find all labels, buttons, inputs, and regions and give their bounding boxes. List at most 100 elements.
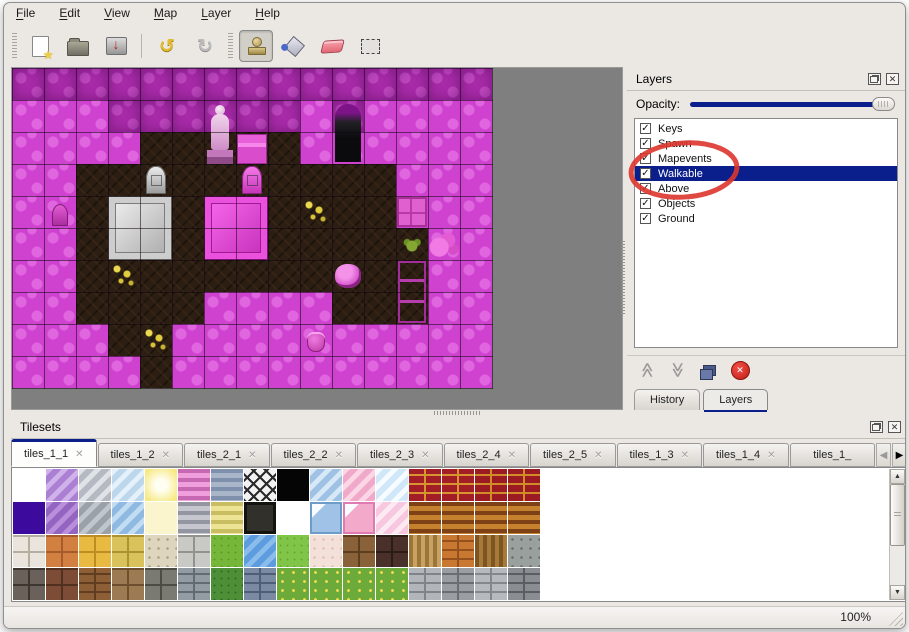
palette-tile[interactable] (178, 535, 210, 567)
tab-close-icon[interactable]: ✕ (681, 450, 689, 461)
palette-tile[interactable] (13, 469, 45, 501)
palette-tile[interactable] (277, 469, 309, 501)
palette-tile[interactable] (277, 568, 309, 600)
palette-tile[interactable] (475, 502, 507, 534)
float-tilesets-icon[interactable] (870, 420, 883, 433)
palette-tile[interactable] (343, 502, 375, 534)
delete-layer-button[interactable]: ✕ (729, 359, 751, 381)
palette-tile[interactable] (409, 469, 441, 501)
palette-tile[interactable] (244, 502, 276, 534)
palette-tile[interactable] (376, 469, 408, 501)
tab-close-icon[interactable]: ✕ (75, 449, 83, 460)
palette-tile[interactable] (145, 502, 177, 534)
palette-tile[interactable] (244, 535, 276, 567)
stamp-tool-button[interactable] (239, 30, 273, 62)
map-canvas[interactable] (11, 67, 623, 410)
layer-row-ground[interactable]: ✓ Ground (635, 211, 897, 226)
layer-visibility-checkbox[interactable]: ✓ (640, 123, 651, 134)
palette-tile[interactable] (409, 568, 441, 600)
palette-tile[interactable] (46, 469, 78, 501)
palette-tile[interactable] (508, 568, 540, 600)
tileset-tab-tiles_1_[interactable]: tiles_1_ (789, 443, 875, 467)
eraser-tool-button[interactable] (315, 30, 349, 62)
palette-tile[interactable] (79, 535, 111, 567)
tileset-tab-tiles_2_5[interactable]: tiles_2_5 ✕ (530, 443, 616, 467)
palette-tile[interactable] (442, 502, 474, 534)
menu-view[interactable]: View (104, 6, 130, 20)
scrollbar-thumb[interactable] (890, 484, 905, 546)
palette-tile[interactable] (343, 535, 375, 567)
menu-help[interactable]: Help (255, 6, 280, 20)
palette-tile[interactable] (13, 568, 45, 600)
undo-button[interactable]: ↺ (150, 30, 184, 62)
palette-tile[interactable] (475, 469, 507, 501)
palette-tile[interactable] (46, 535, 78, 567)
duplicate-layer-button[interactable] (698, 359, 720, 381)
menu-map[interactable]: Map (154, 6, 177, 20)
palette-tile[interactable] (79, 502, 111, 534)
palette-tile[interactable] (178, 568, 210, 600)
palette-tile[interactable] (178, 469, 210, 501)
palette-tile[interactable] (310, 469, 342, 501)
tile-map[interactable] (12, 68, 493, 389)
palette-tile[interactable] (475, 568, 507, 600)
layer-visibility-checkbox[interactable]: ✓ (640, 213, 651, 224)
opacity-slider[interactable] (690, 96, 895, 112)
move-layer-up-button[interactable]: ≫ (636, 359, 658, 381)
opacity-slider-track[interactable] (690, 102, 893, 107)
toolbar-grip-2[interactable] (228, 33, 233, 59)
move-layer-down-button[interactable]: ≫ (667, 359, 689, 381)
tileset-tab-tiles_2_2[interactable]: tiles_2_2 ✕ (270, 443, 356, 467)
redo-button[interactable]: ↻ (188, 30, 222, 62)
palette-tile[interactable] (13, 502, 45, 534)
layer-row-walkable[interactable]: ✓ Walkable (635, 166, 897, 181)
layer-row-spawn[interactable]: ✓ Spawn (635, 136, 897, 151)
layer-visibility-checkbox[interactable]: ✓ (640, 198, 651, 209)
palette-tile[interactable] (145, 535, 177, 567)
palette-tile[interactable] (409, 502, 441, 534)
scroll-up-arrow-icon[interactable]: ▲ (890, 469, 905, 484)
tileset-tab-tiles_1_1[interactable]: tiles_1_1 ✕ (11, 439, 97, 467)
palette-tile[interactable] (310, 568, 342, 600)
palette-tile[interactable] (310, 535, 342, 567)
float-panel-icon[interactable] (868, 72, 881, 85)
tab-close-icon[interactable]: ✕ (421, 450, 429, 461)
palette-tile[interactable] (244, 568, 276, 600)
vertical-splitter[interactable] (621, 241, 625, 315)
palette-tile[interactable] (79, 568, 111, 600)
palette-tile[interactable] (145, 469, 177, 501)
palette-tile[interactable] (112, 469, 144, 501)
palette-tile[interactable] (79, 469, 111, 501)
tileset-tab-tiles_1_2[interactable]: tiles_1_2 ✕ (97, 443, 183, 467)
palette-tile[interactable] (46, 568, 78, 600)
fill-tool-button[interactable] (277, 30, 311, 62)
palette-tile[interactable] (376, 535, 408, 567)
palette-tile[interactable] (376, 568, 408, 600)
palette-tile[interactable] (343, 469, 375, 501)
resize-grip[interactable] (888, 611, 903, 626)
layer-visibility-checkbox[interactable]: ✓ (640, 138, 651, 149)
palette-tile[interactable] (13, 535, 45, 567)
scroll-tabs-left-icon[interactable]: ◀ (876, 443, 891, 467)
palette-tile[interactable] (112, 535, 144, 567)
palette-tile[interactable] (376, 502, 408, 534)
tileset-tab-tiles_2_3[interactable]: tiles_2_3 ✕ (357, 443, 443, 467)
palette-tile[interactable] (277, 502, 309, 534)
tileset-tab-tiles_1_3[interactable]: tiles_1_3 ✕ (616, 443, 702, 467)
menu-layer[interactable]: Layer (201, 6, 231, 20)
layer-visibility-checkbox[interactable]: ✓ (640, 183, 651, 194)
tab-close-icon[interactable]: ✕ (508, 450, 516, 461)
palette-tile[interactable] (343, 568, 375, 600)
toolbar-grip[interactable] (12, 33, 17, 59)
palette-tile[interactable] (442, 568, 474, 600)
palette-tile[interactable] (112, 568, 144, 600)
palette-tile[interactable] (277, 535, 309, 567)
palette-tile[interactable] (112, 502, 144, 534)
palette-tile[interactable] (508, 535, 540, 567)
scroll-tabs-right-icon[interactable]: ▶ (892, 443, 905, 467)
tab-close-icon[interactable]: ✕ (162, 450, 170, 461)
palette-tile[interactable] (211, 469, 243, 501)
tileset-tab-tiles_2_4[interactable]: tiles_2_4 ✕ (443, 443, 529, 467)
tileset-scrollbar[interactable]: ▲ ▼ (889, 469, 905, 600)
palette-tile[interactable] (475, 535, 507, 567)
